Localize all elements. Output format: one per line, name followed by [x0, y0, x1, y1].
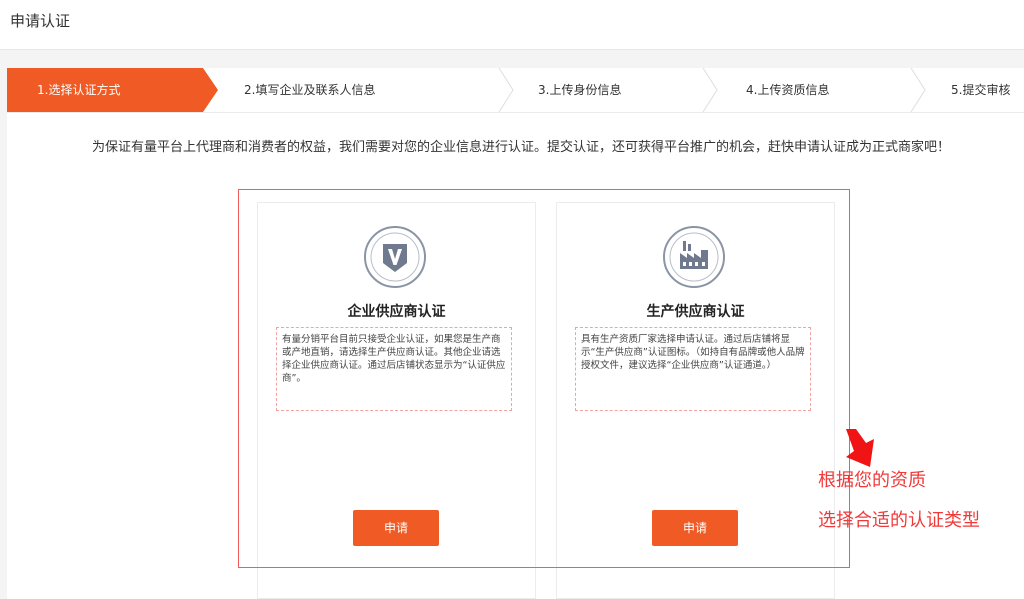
step-divider-chevron: [910, 68, 926, 112]
step-2-company-info: 2.填写企业及联系人信息: [244, 83, 376, 97]
content-area: 1.选择认证方式 2.填写企业及联系人信息 3.上传身份信息 4.上传资质信息 …: [0, 50, 1024, 599]
step-3-identity-upload: 3.上传身份信息: [538, 83, 622, 97]
step-4-qualification-upload: 4.上传资质信息: [746, 83, 830, 97]
intro-text: 为保证有量平台上代理商和消费者的权益，我们需要对您的企业信息进行认证。提交认证，…: [92, 140, 951, 155]
step-divider-chevron: [702, 68, 718, 112]
step-divider-chevron: [498, 68, 514, 112]
annotation-line-2: 选择合适的认证类型: [818, 510, 980, 531]
step-progress-bar: 1.选择认证方式 2.填写企业及联系人信息 3.上传身份信息 4.上传资质信息 …: [7, 68, 1024, 113]
red-arrow-icon: [846, 429, 874, 467]
certification-panel: 1.选择认证方式 2.填写企业及联系人信息 3.上传身份信息 4.上传资质信息 …: [7, 68, 1024, 599]
step-5-submit-review: 5.提交审核: [951, 83, 1011, 97]
page-title: 申请认证: [10, 12, 71, 30]
annotation-line-1: 根据您的资质: [818, 470, 926, 491]
step-1-choose-method: 1.选择认证方式: [37, 83, 121, 97]
selection-highlight-box: [238, 189, 850, 568]
page-header: 申请认证: [0, 0, 1024, 50]
